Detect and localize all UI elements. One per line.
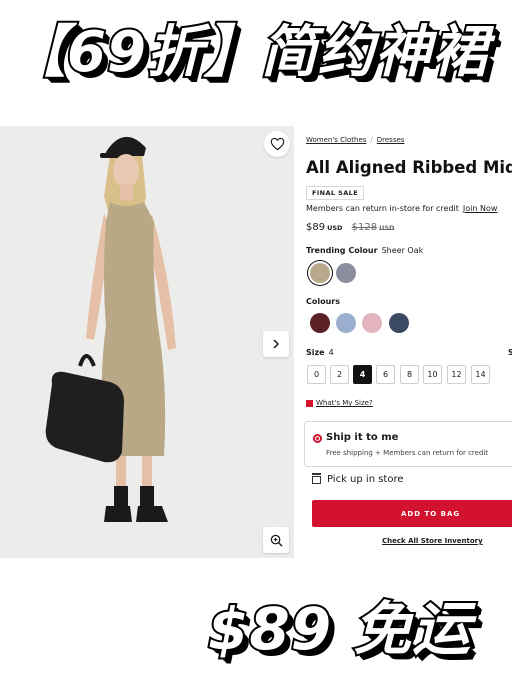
trending-colour-value: Sheer Oak — [381, 246, 424, 255]
breadcrumb-dresses[interactable]: Dresses — [377, 136, 405, 144]
trending-colour-label: Trending Colour — [306, 246, 378, 255]
swatch-colour-1[interactable] — [310, 313, 330, 333]
size-10-button[interactable]: 10 — [423, 365, 442, 384]
members-note: Members can return in-store for credit Jo… — [306, 204, 497, 213]
ship-subtext: Free shipping + Members can return for c… — [326, 449, 489, 457]
size-value: 4 — [328, 348, 334, 357]
swatch-colour-3[interactable] — [362, 313, 382, 333]
size-label-right: S — [508, 348, 512, 357]
size-0-button[interactable]: 0 — [307, 365, 326, 384]
check-store-inventory-link[interactable]: Check All Store Inventory — [382, 537, 483, 545]
original-price-value: $128 — [351, 222, 378, 233]
final-sale-badge: FINAL SALE — [306, 186, 365, 200]
size-2-button[interactable]: 2 — [330, 365, 349, 384]
zoom-button[interactable] — [263, 527, 289, 553]
size-guide-icon — [306, 399, 313, 407]
promo-banner-top: 【69折】简约神裙 — [8, 18, 490, 87]
original-price: $128 USD — [352, 222, 395, 233]
swatch-sheer-oak[interactable] — [310, 263, 330, 283]
pickup-option[interactable]: Pick up in store — [311, 472, 404, 485]
swatch-trending-2[interactable] — [336, 263, 356, 283]
heart-icon — [270, 137, 284, 151]
zoom-in-icon — [270, 534, 283, 547]
ship-it-option[interactable]: Ship it to me Free shipping + Members ca… — [304, 421, 512, 467]
original-currency: USD — [379, 224, 395, 232]
members-text: Members can return in-store for credit — [306, 204, 459, 213]
size-guide-text: What's My Size? — [316, 399, 373, 407]
add-to-bag-button[interactable]: ADD TO BAG — [312, 500, 512, 527]
ship-title: Ship it to me — [326, 432, 399, 443]
product-details: Women's Clothes / Dresses All Aligned Ribb… — [294, 126, 512, 558]
chevron-right-icon — [273, 339, 280, 349]
size-label: Size 4 — [306, 348, 334, 357]
colours-label: Colours — [306, 297, 341, 306]
sale-currency: USD — [327, 224, 343, 232]
size-guide-link[interactable]: What's My Size? — [306, 399, 373, 407]
trending-colour: Trending Colour Sheer Oak — [306, 246, 423, 255]
size-14-button[interactable]: 14 — [471, 365, 490, 384]
ship-radio-selected-icon[interactable] — [313, 434, 322, 443]
join-now-link[interactable]: Join Now — [463, 204, 498, 213]
product-title: All Aligned Ribbed Midi Dress — [306, 158, 512, 177]
model-photo — [0, 126, 294, 558]
size-12-button[interactable]: 12 — [447, 365, 466, 384]
promo-banner-bottom: $89 免运 — [206, 593, 472, 665]
pickup-label: Pick up in store — [327, 474, 404, 485]
wishlist-button[interactable] — [264, 131, 290, 157]
price: $89 USD $128 USD — [306, 222, 394, 233]
swatch-colour-4[interactable] — [389, 313, 409, 333]
size-4-button[interactable]: 4 — [353, 365, 372, 384]
size-label-text: Size — [306, 348, 325, 357]
size-8-button[interactable]: 8 — [400, 365, 419, 384]
breadcrumb: Women's Clothes / Dresses — [306, 136, 405, 144]
product-image[interactable] — [0, 126, 294, 558]
breadcrumb-womens-clothes[interactable]: Women's Clothes — [306, 136, 366, 144]
sale-price: $89 — [306, 222, 326, 233]
store-icon — [311, 472, 321, 484]
swatch-colour-2[interactable] — [336, 313, 356, 333]
size-6-button[interactable]: 6 — [376, 365, 395, 384]
next-image-button[interactable] — [263, 331, 289, 357]
